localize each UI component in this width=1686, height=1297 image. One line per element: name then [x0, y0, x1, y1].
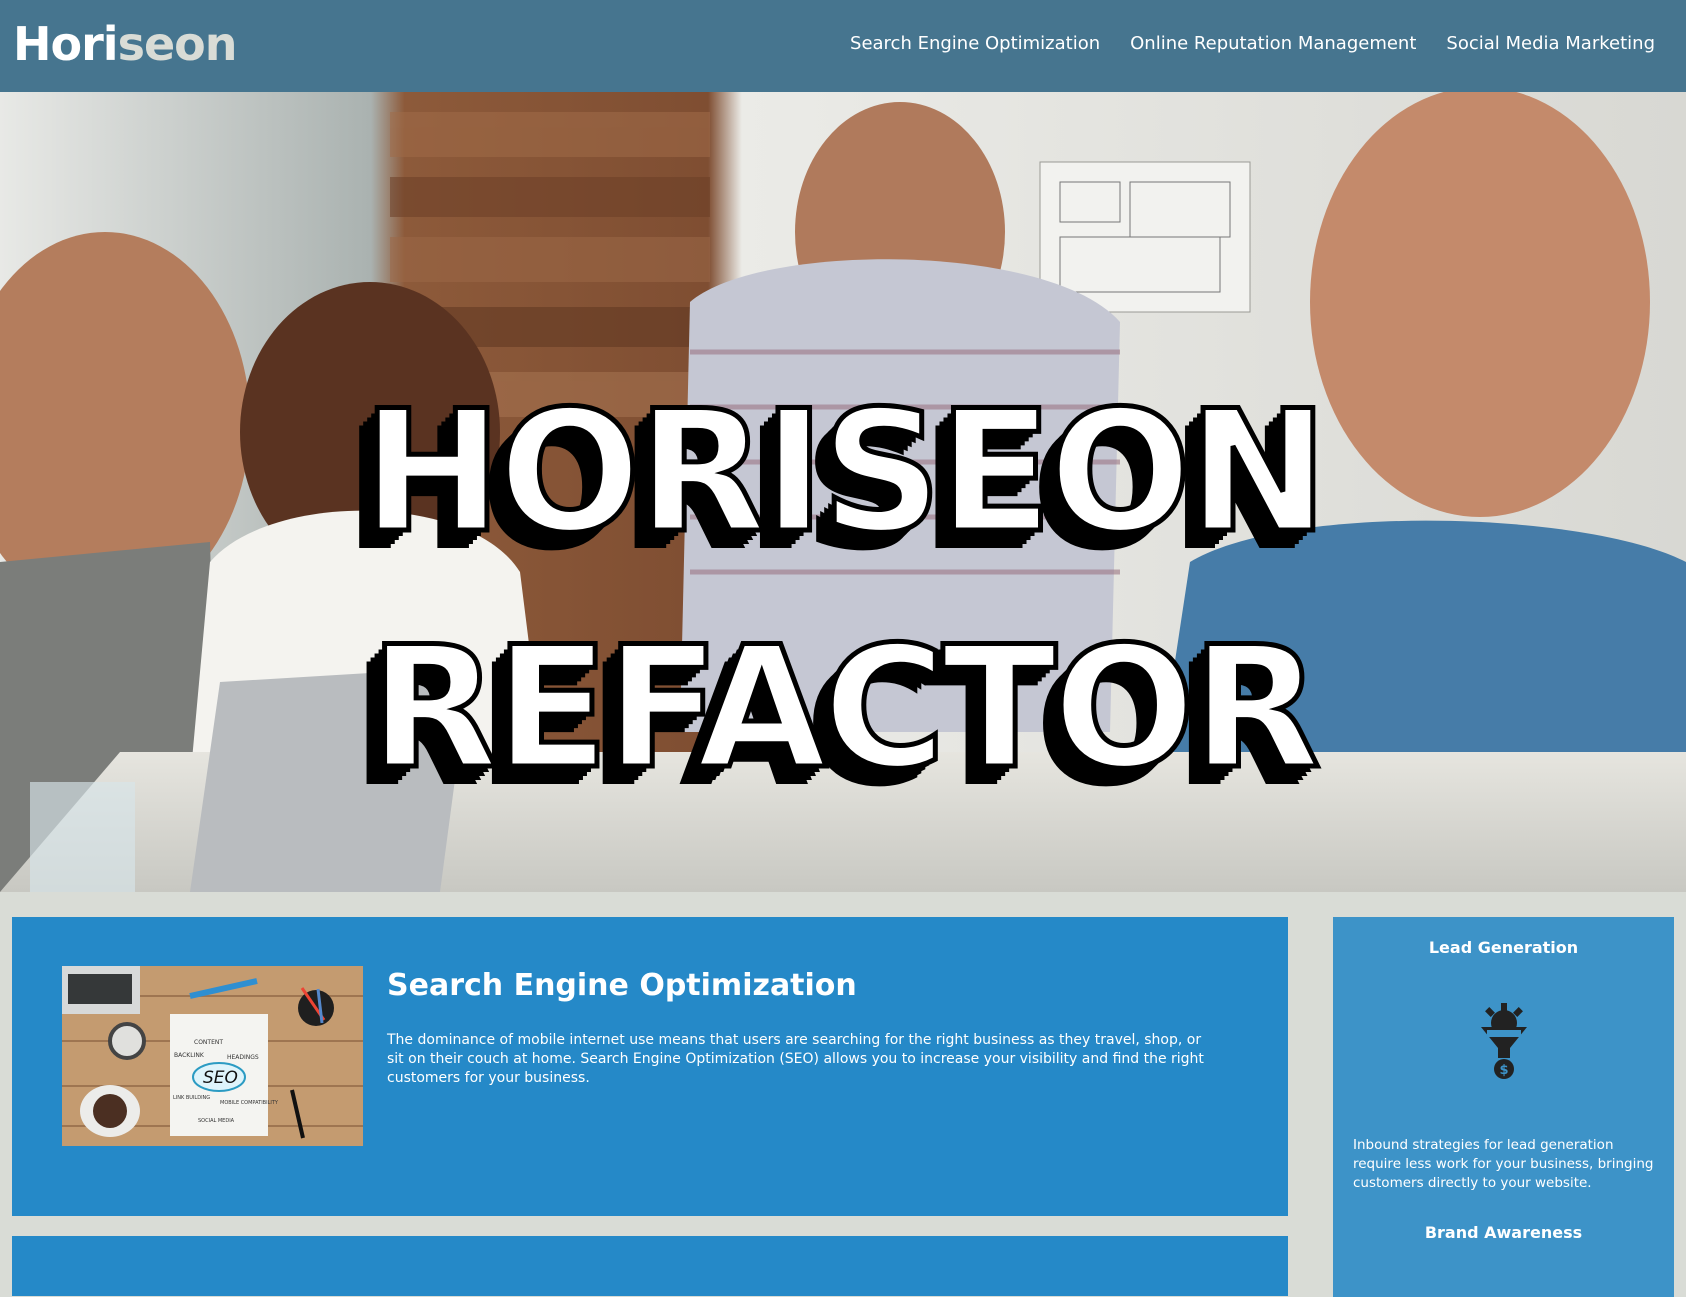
svg-text:$: $	[1499, 1063, 1508, 1078]
lead-generation-heading: Lead Generation	[1428, 938, 1579, 957]
notebook-word-mobile-compatibility: MOBILE COMPATIBILITY	[220, 1100, 279, 1106]
site-header: Horiseon Search Engine Optimization Onli…	[0, 0, 1686, 92]
seo-card-description: The dominance of mobile internet use mea…	[387, 1032, 1204, 1086]
brand-awareness-heading: Brand Awareness	[1424, 1223, 1583, 1242]
hero-title-line-1: HORISEON	[359, 372, 1330, 573]
notebook-word-social-media: SOCIAL MEDIA	[198, 1118, 235, 1124]
hero-title-line-2: REFACTOR	[367, 608, 1324, 809]
site-logo[interactable]: Horiseon	[13, 14, 237, 74]
nav-link-social-media-marketing[interactable]: Social Media Marketing	[1446, 30, 1655, 58]
hero-banner: HORISEON REFACTOR	[0, 92, 1686, 892]
seo-notebook-illustration: CONTENT BACKLINK HEADINGS SEO LINK BUILD…	[62, 966, 363, 1146]
notebook-word-headings: HEADINGS	[227, 1054, 259, 1061]
main-navigation: Search Engine Optimization Online Reputa…	[850, 30, 1655, 58]
notebook-word-seo: SEO	[203, 1068, 238, 1088]
funnel-gear-dollar-icon: $	[1481, 1003, 1527, 1079]
notebook-word-backlink: BACKLINK	[174, 1052, 205, 1059]
logo-main-text: Hori	[13, 17, 119, 71]
seo-card: CONTENT BACKLINK HEADINGS SEO LINK BUILD…	[12, 917, 1288, 1216]
logo-accent-text: seon	[117, 17, 238, 71]
lead-generation-text: Inbound strategies for lead generation r…	[1353, 1137, 1654, 1191]
hero-title: HORISEON REFACTOR	[0, 354, 1686, 826]
notebook-word-content: CONTENT	[194, 1039, 223, 1046]
seo-workspace-image: CONTENT BACKLINK HEADINGS SEO LINK BUILD…	[62, 966, 363, 1146]
nav-link-online-reputation-management[interactable]: Online Reputation Management	[1130, 30, 1416, 58]
seo-card-title: Search Engine Optimization	[387, 968, 857, 1003]
notebook-word-link-building: LINK BUILDING	[173, 1095, 210, 1101]
benefits-sidebar: Lead Generation $ Inbound strategies for…	[1333, 917, 1674, 1297]
next-content-card	[12, 1236, 1288, 1296]
nav-link-search-engine-optimization[interactable]: Search Engine Optimization	[850, 30, 1100, 58]
